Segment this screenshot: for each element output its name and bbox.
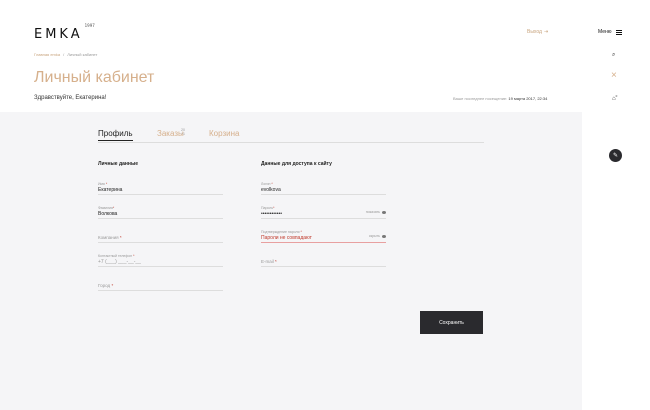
- cart-badge: 0: [615, 94, 618, 98]
- tab-orders-label: Заказы: [157, 129, 184, 138]
- menu-button[interactable]: Меню: [598, 29, 622, 35]
- required-mark: *: [133, 254, 135, 258]
- field-label: Подтверждение пароля *: [261, 230, 302, 234]
- close-icon[interactable]: ×: [611, 70, 617, 81]
- menu-label: Меню: [598, 29, 612, 35]
- breadcrumb-home[interactable]: Главная emka: [34, 52, 60, 57]
- page-title: Личный кабинет: [34, 69, 155, 86]
- tab-cart[interactable]: Корзина: [209, 129, 239, 138]
- required-mark: *: [119, 235, 122, 240]
- confirm-password-field[interactable]: Подтверждение пароля * Пароли не совпада…: [261, 230, 386, 243]
- breadcrumb: Главная emka / Личный кабинет: [34, 52, 97, 57]
- required-mark: *: [111, 283, 114, 288]
- field-value: Волкова: [98, 211, 118, 217]
- field-value: Екатерина: [98, 187, 123, 193]
- email-field[interactable]: E-mail *: [261, 254, 386, 267]
- label-text: Компания: [98, 235, 119, 240]
- error-message: Пароли не совпадают: [261, 235, 312, 241]
- greeting: Здравствуйте, Екатерина!: [34, 95, 107, 101]
- required-mark: *: [300, 230, 302, 234]
- last-visit-label: Ваше последнее посещение:: [453, 96, 508, 101]
- required-mark: *: [273, 206, 275, 210]
- last-name-field[interactable]: Фамилия* Волкова: [98, 206, 223, 219]
- last-visit-value: 19 марта 2017, 22:34: [508, 96, 548, 101]
- hamburger-icon: [615, 29, 622, 35]
- company-field[interactable]: Компания *: [98, 230, 223, 243]
- field-label: Пароль*: [261, 206, 275, 210]
- cart-icon[interactable]: ⌂0: [612, 94, 617, 102]
- pencil-icon[interactable]: ✎: [609, 149, 622, 162]
- logo-sup: 1997: [84, 22, 95, 28]
- tab-profile[interactable]: Профиль: [98, 129, 133, 141]
- field-value: +7 (___) ___-__-__: [98, 259, 141, 265]
- field-label: Город *: [98, 283, 113, 288]
- field-label: Логин *: [261, 182, 273, 186]
- last-visit: Ваше последнее посещение: 19 марта 2017,…: [453, 96, 547, 101]
- toggle-label: показать: [365, 210, 380, 214]
- show-password-toggle[interactable]: показать: [366, 210, 386, 214]
- logo-text: EMKA: [34, 27, 83, 42]
- access-section-title: Данные для доступа к сайту: [261, 161, 332, 167]
- field-label: Компания *: [98, 235, 122, 240]
- required-mark: *: [112, 206, 115, 210]
- exit-icon: ⇥: [543, 29, 549, 35]
- eye-icon: [382, 210, 386, 214]
- first-name-field[interactable]: Имя * Екатерина: [98, 182, 223, 195]
- field-label: Контактный телефон *: [98, 254, 134, 258]
- search-icon[interactable]: ⌕: [612, 52, 615, 59]
- field-label: E-mail *: [261, 259, 277, 264]
- breadcrumb-separator: /: [63, 52, 65, 57]
- label-text: Подтверждение пароля: [261, 230, 300, 234]
- phone-field[interactable]: Контактный телефон * +7 (___) ___-__-__: [98, 254, 223, 267]
- hide-password-toggle[interactable]: скрыть: [369, 234, 386, 238]
- label-text: Фамилия: [98, 206, 113, 210]
- required-mark: *: [271, 182, 273, 186]
- login-field[interactable]: Логин * evolkova: [261, 182, 386, 195]
- label-text: E-mail: [261, 259, 274, 264]
- field-label: Фамилия*: [98, 206, 114, 210]
- required-mark: *: [105, 182, 108, 186]
- logo[interactable]: EMKA1997: [34, 23, 95, 42]
- breadcrumb-current: Личный кабинет: [67, 52, 98, 57]
- field-value: ••••••••••••: [261, 211, 283, 217]
- field-value: evolkova: [261, 187, 281, 193]
- required-mark: *: [275, 259, 277, 264]
- city-field[interactable]: Город *: [98, 278, 223, 291]
- personal-section-title: Личные данные: [98, 161, 138, 167]
- label-text: Логин: [261, 182, 271, 186]
- save-button[interactable]: Сохранить: [420, 311, 483, 334]
- eye-icon: [382, 234, 386, 238]
- label-text: Пароль: [261, 206, 274, 210]
- label-text: Контактный телефон: [98, 254, 133, 258]
- login-label: Выход: [527, 29, 542, 35]
- label-text: Город: [98, 283, 111, 288]
- password-field[interactable]: Пароль* •••••••••••• показать: [261, 206, 386, 219]
- login-link[interactable]: Выход ⇥: [527, 29, 548, 35]
- tabs: Профиль Заказы 20 +1 Корзина: [98, 128, 484, 143]
- toggle-label: скрыть: [368, 234, 380, 238]
- tab-orders[interactable]: Заказы 20 +1: [157, 128, 185, 138]
- label-text: Имя: [98, 182, 105, 186]
- tab-orders-badge: 20 +1: [181, 128, 185, 136]
- field-label: Имя *: [98, 182, 107, 186]
